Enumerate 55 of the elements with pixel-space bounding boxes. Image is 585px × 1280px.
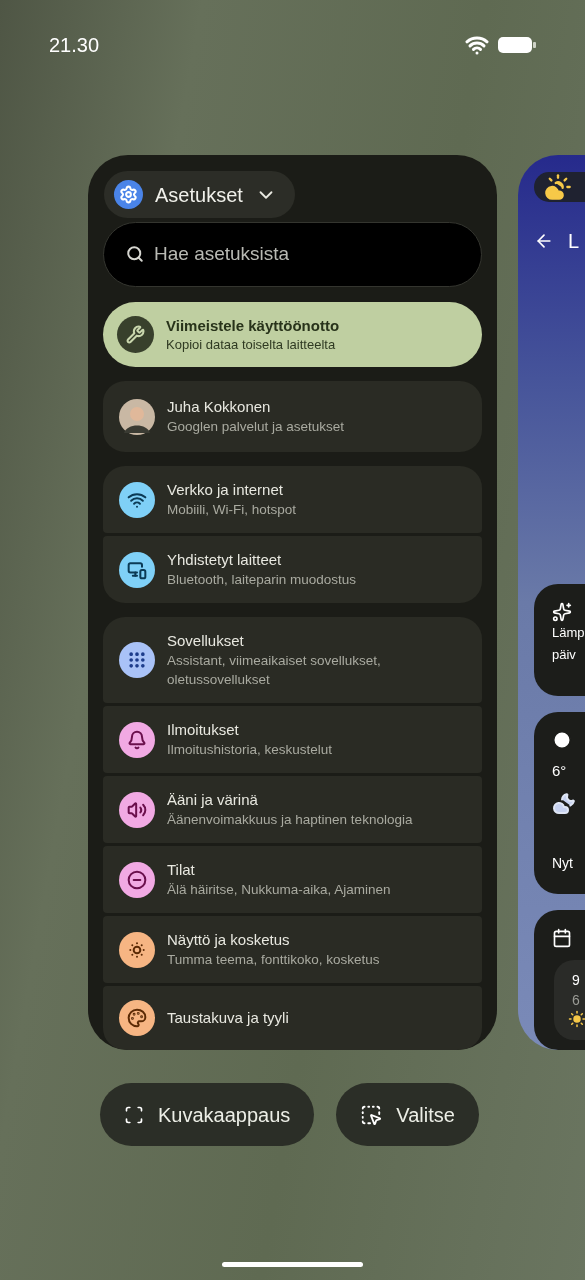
card-text: päiv	[552, 646, 577, 664]
item-title: Tilat	[167, 860, 196, 880]
item-subtitle: Tumma teema, fonttikoko, kosketus	[167, 951, 380, 969]
sun-icon	[568, 1010, 585, 1028]
moon-cloud-icon	[552, 790, 576, 815]
screenshot-icon	[124, 1104, 144, 1125]
calendar-icon	[552, 928, 572, 948]
settings-item[interactable]: Taustakuva ja tyyli	[103, 986, 482, 1050]
settings-item[interactable]: Sovellukset Assistant, viimeaikaiset sovellukset, oletussovellukset	[103, 617, 482, 703]
item-subtitle: Älä häiritse, Nukkuma-aika, Ajaminen	[167, 881, 391, 899]
card-text: Lämp	[552, 624, 585, 642]
settings-item[interactable]: Ääni ja värinä Äänenvoimakkuus ja haptinen teknologia	[103, 776, 482, 843]
settings-card[interactable]	[88, 155, 497, 1050]
item-title: Ilmoitukset	[167, 720, 240, 740]
account-name: Juha Kokkonen	[167, 397, 272, 418]
item-subtitle: Bluetooth, laiteparin muodostus	[167, 571, 357, 589]
search-icon	[126, 245, 144, 264]
battery-icon	[497, 35, 537, 55]
forecast-text: 6	[572, 991, 581, 1010]
avatar	[119, 398, 155, 435]
sparkle-icon	[552, 602, 572, 622]
item-subtitle: Ilmoitushistoria, keskustelut	[167, 741, 333, 759]
app-switcher-chip[interactable]: Asetukset	[104, 171, 295, 219]
settings-item[interactable]: Yhdistetyt laitteet Bluetooth, laiteparin muodostus	[103, 536, 482, 603]
wrench-icon	[117, 316, 154, 354]
settings-item[interactable]: Näyttö ja kosketus Tumma teema, fonttikoko, kosketus	[103, 916, 482, 983]
settings-item[interactable]: Tilat Älä häiritse, Nukkuma-aika, Ajaminen	[103, 846, 482, 913]
account-item[interactable]: Juha Kokkonen Googlen palvelut ja asetukset	[103, 381, 482, 452]
time-label: Nyt	[552, 853, 574, 873]
item-title: Verkko ja internet	[167, 480, 284, 500]
suggestion-subtitle: Kopioi dataa toiselta laitteelta	[166, 335, 337, 354]
weather-app-card[interactable]: L Lämp päiv 6° Nyt 9 6	[518, 155, 585, 1050]
forecast-text: 9	[572, 971, 581, 990]
item-subtitle: Äänenvoimakkuus ja haptinen teknologia	[167, 811, 413, 829]
item-title: Taustakuva ja tyyli	[167, 1008, 289, 1028]
settings-item[interactable]: Ilmoitukset Ilmoitushistoria, keskustelut	[103, 706, 482, 773]
search-field[interactable]: Hae asetuksista	[103, 222, 482, 287]
settings-icon	[114, 180, 143, 209]
action-button[interactable]: Valitse	[336, 1083, 479, 1146]
suggestion-title: Viimeistele käyttöönotto	[166, 315, 340, 336]
account-subtitle: Googlen palvelut ja asetukset	[167, 418, 345, 437]
item-title: Näyttö ja kosketus	[167, 930, 291, 950]
select-icon	[360, 1103, 383, 1126]
weather-app-icon	[544, 173, 572, 201]
item-title: Ääni ja värinä	[167, 790, 259, 810]
setup-suggestion-card[interactable]: Viimeistele käyttöönotto Kopioi dataa toiselta laitteelta	[103, 301, 482, 368]
item-subtitle: Mobiili, Wi-Fi, hotspot	[167, 501, 297, 519]
status-time: 21.30	[49, 33, 100, 58]
temperature: 6°	[552, 761, 568, 781]
page-title: L	[568, 229, 580, 254]
settings-item[interactable]: Verkko ja internet Mobiili, Wi-Fi, hotspot	[103, 466, 482, 533]
action-button[interactable]: Kuvakaappaus	[100, 1083, 315, 1146]
item-title: Yhdistetyt laitteet	[167, 550, 283, 570]
item-title: Sovellukset	[167, 631, 245, 651]
item-subtitle: Assistant, viimeaikaiset sovellukset, oletussovellukset	[167, 652, 382, 689]
